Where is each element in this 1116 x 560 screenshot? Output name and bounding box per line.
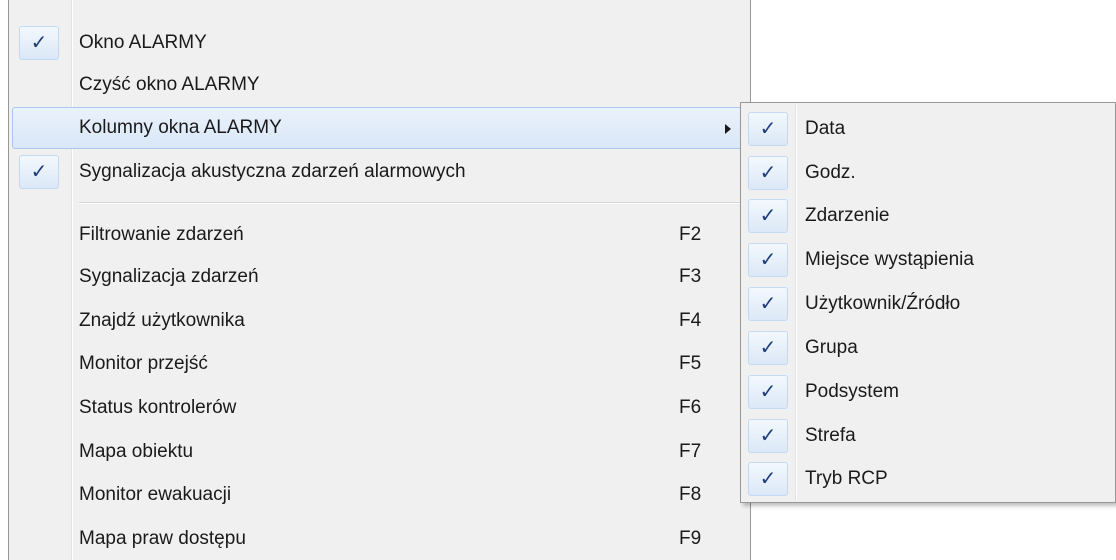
menu-item-status-kontrolerow[interactable]: Status kontrolerów F6 [12,387,748,429]
submenu-item-podsystem[interactable]: ✓ Podsystem [744,370,1112,414]
menu-item-label: Mapa praw dostępu [79,528,246,549]
menu-item-label: Znajdź użytkownika [79,310,245,331]
submenu-item-data[interactable]: ✓ Data [744,107,1112,151]
menu-item-monitor-przejsc[interactable]: Monitor przejść F5 [12,343,748,385]
checkmark-icon: ✓ [748,243,788,277]
submenu-item-label: Grupa [805,337,858,358]
menu-item-label: Status kontrolerów [79,397,237,418]
menu-item-kolumny-okna[interactable]: Kolumny okna ALARMY [12,107,748,149]
menu-item-sygnalizacja-zdarzen[interactable]: Sygnalizacja zdarzeń F3 [12,256,748,298]
menu-item-okno-alarmy[interactable]: ✓ Okno ALARMY [12,22,748,64]
submenu-item-grupa[interactable]: ✓ Grupa [744,326,1112,370]
menu-item-label: Kolumny okna ALARMY [79,117,282,138]
checkmark-icon: ✓ [19,155,59,189]
submenu-item-strefa[interactable]: ✓ Strefa [744,414,1112,458]
menu-item-label: Czyść okno ALARMY [79,74,260,95]
menu-separator [79,202,748,204]
checkmark-icon: ✓ [748,419,788,453]
shortcut-key: F2 [679,224,702,245]
checkmark-icon: ✓ [748,112,788,146]
submenu-item-tryb-rcp[interactable]: ✓ Tryb RCP [744,457,1112,501]
submenu-item-label: Tryb RCP [805,468,888,489]
submenu-item-uzytkownik-zrodlo[interactable]: ✓ Użytkownik/Źródło [744,282,1112,326]
checkmark-icon: ✓ [748,331,788,365]
submenu-item-label: Podsystem [805,381,899,402]
menu-item-czysc-okno[interactable]: Czyść okno ALARMY [12,64,748,106]
shortcut-key: F9 [679,528,702,549]
submenu-kolumny: ✓ Data ✓ Godz. ✓ Zdarzenie ✓ Miejsce wys… [740,102,1116,503]
shortcut-key: F7 [679,441,702,462]
submenu-item-label: Strefa [805,425,856,446]
menu-item-label: Monitor przejść [79,353,208,374]
menu-item-label: Monitor ewakuacji [79,484,232,505]
menu-item-label: Filtrowanie zdarzeń [79,224,244,245]
menu-item-label: Mapa obiektu [79,441,194,462]
context-menu: ✓ Okno ALARMY Czyść okno ALARMY Kolumny … [8,0,751,560]
menu-item-mapa-praw-dostepu[interactable]: Mapa praw dostępu F9 [12,518,748,560]
checkmark-icon: ✓ [748,199,788,233]
submenu-item-label: Data [805,118,846,139]
shortcut-key: F4 [679,310,702,331]
shortcut-key: F6 [679,397,702,418]
submenu-item-zdarzenie[interactable]: ✓ Zdarzenie [744,194,1112,238]
submenu-item-label: Miejsce wystąpienia [805,249,974,270]
submenu-arrow-icon [725,124,731,134]
checkmark-icon: ✓ [748,287,788,321]
checkmark-icon: ✓ [748,375,788,409]
menu-item-sygnalizacja-akustyczna[interactable]: ✓ Sygnalizacja akustyczna zdarzeń alarmo… [12,151,748,193]
checkmark-icon: ✓ [748,462,788,496]
menu-item-filtrowanie-zdarzen[interactable]: Filtrowanie zdarzeń F2 [12,214,748,256]
menu-item-znajdz-uzytkownika[interactable]: Znajdź użytkownika F4 [12,300,748,342]
submenu-item-label: Godz. [805,162,856,183]
menu-item-label: Sygnalizacja akustyczna zdarzeń alarmowy… [79,161,466,182]
menu-item-label: Okno ALARMY [79,32,207,53]
submenu-item-label: Zdarzenie [805,205,890,226]
checkmark-icon: ✓ [748,156,788,190]
submenu-item-godz[interactable]: ✓ Godz. [744,151,1112,195]
shortcut-key: F3 [679,266,702,287]
checkmark-icon: ✓ [19,26,59,60]
shortcut-key: F5 [679,353,702,374]
shortcut-key: F8 [679,484,702,505]
submenu-item-miejsce-wystapienia[interactable]: ✓ Miejsce wystąpienia [744,238,1112,282]
menu-item-label: Sygnalizacja zdarzeń [79,266,259,287]
submenu-item-label: Użytkownik/Źródło [805,293,961,314]
menu-item-monitor-ewakuacji[interactable]: Monitor ewakuacji F8 [12,474,748,516]
menu-item-mapa-obiektu[interactable]: Mapa obiektu F7 [12,431,748,473]
